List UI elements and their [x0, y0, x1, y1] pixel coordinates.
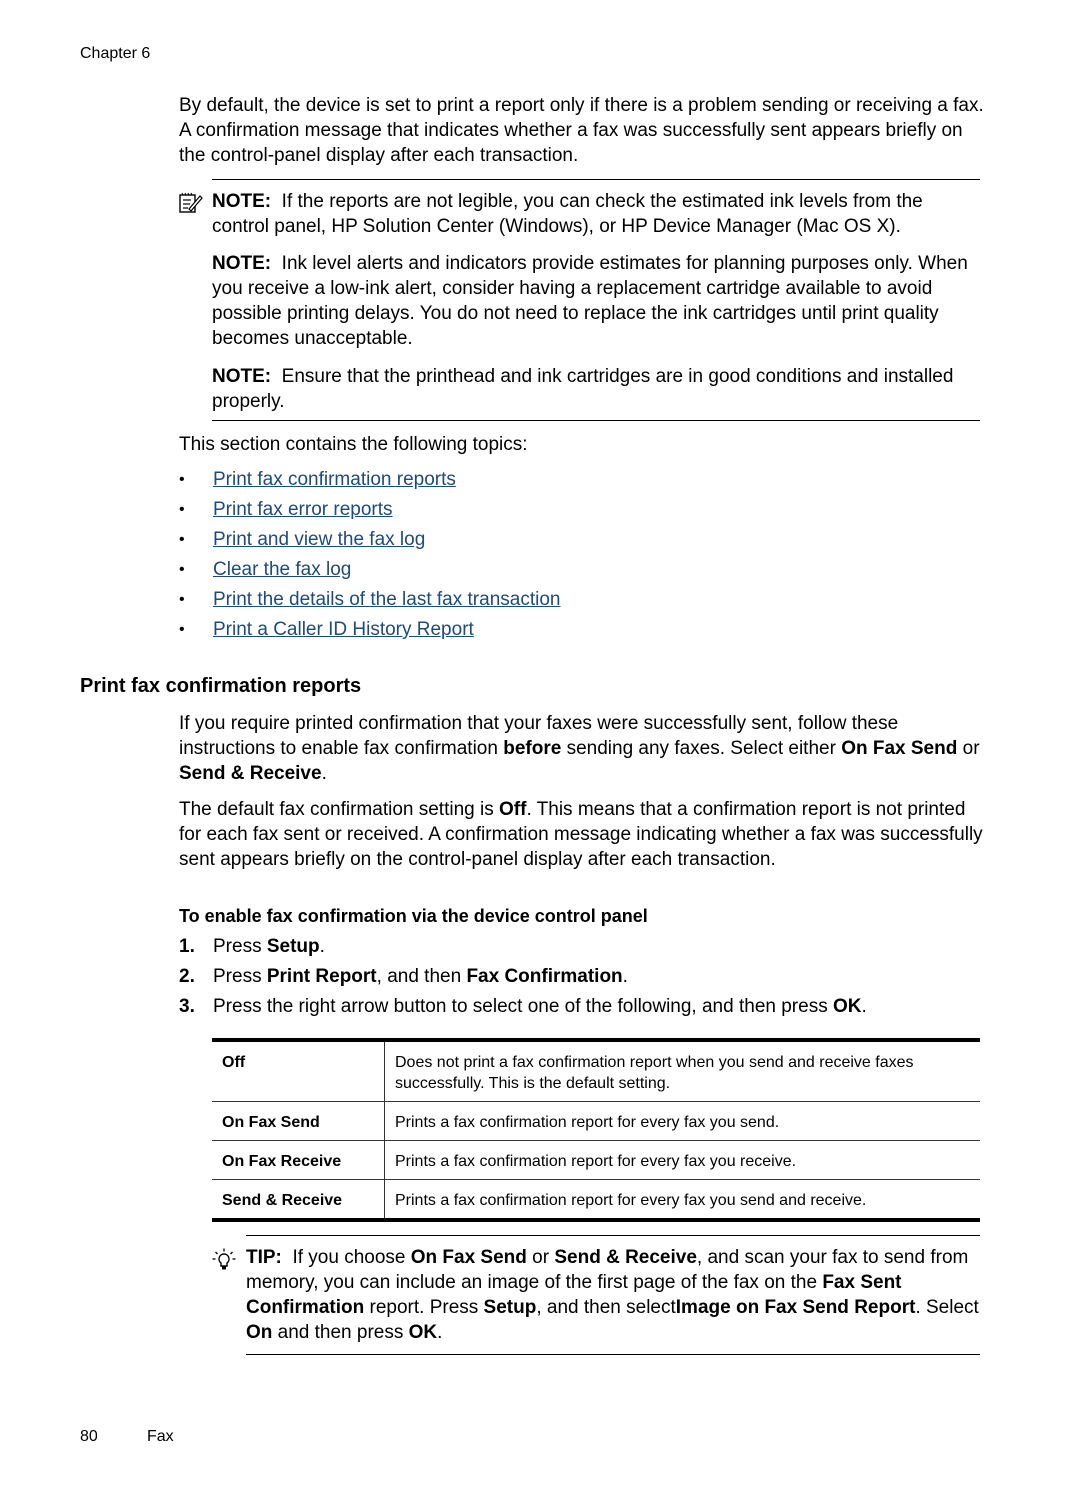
bullet: •	[179, 501, 185, 518]
note-top-divider	[212, 179, 980, 180]
table-row: Send & Receive Prints a fax confirmation…	[212, 1179, 980, 1220]
text: or	[526, 1247, 555, 1268]
emphasis: Setup	[483, 1297, 537, 1318]
text: or	[957, 738, 980, 759]
step-number: 3.	[179, 996, 195, 1017]
option-name: Off	[212, 1040, 385, 1102]
option-name: On Fax Send	[212, 1101, 385, 1141]
note-1: NOTE: If the reports are not legible, yo…	[212, 189, 984, 239]
options-table: Off Does not print a fax confirmation re…	[212, 1038, 980, 1222]
note-text: Ensure that the printhead and ink cartri…	[212, 366, 954, 412]
emphasis: On	[246, 1322, 273, 1343]
text: .	[622, 966, 628, 987]
text: Press	[213, 936, 267, 957]
text: . Select	[915, 1297, 979, 1318]
option-description: Does not print a fax confirmation report…	[395, 1054, 914, 1092]
text: report. Press	[364, 1297, 484, 1318]
text: .	[321, 763, 327, 784]
lightbulb-icon	[212, 1248, 236, 1279]
bullet: •	[179, 561, 185, 578]
footer-section: Fax	[147, 1428, 174, 1445]
note-bottom-divider	[212, 420, 980, 421]
emphasis: Image on Fax Send Report	[675, 1297, 916, 1318]
button-name: OK	[832, 996, 862, 1017]
text: .	[861, 996, 867, 1017]
topics-intro: This section contains the following topi…	[179, 434, 528, 455]
emphasis: On Fax Send	[410, 1247, 527, 1268]
option-name: On Fax Receive	[212, 1140, 385, 1180]
text: Press the right arrow button to select o…	[213, 996, 833, 1017]
tip-top-divider	[246, 1235, 980, 1236]
button-name: Setup	[266, 936, 320, 957]
step-text: Press Setup.	[213, 934, 325, 959]
table-row: Off Does not print a fax confirmation re…	[212, 1040, 980, 1102]
step-number: 1.	[179, 936, 195, 957]
bullet: •	[179, 591, 185, 608]
note-text: If the reports are not legible, you can …	[212, 191, 923, 237]
tip: TIP: If you choose On Fax Send or Send &…	[246, 1245, 984, 1345]
emphasis: OK	[408, 1322, 438, 1343]
note-label: NOTE:	[212, 366, 272, 387]
note-3: NOTE: Ensure that the printhead and ink …	[212, 364, 984, 414]
tip-bottom-divider	[246, 1354, 980, 1355]
text: Press	[213, 966, 267, 987]
bullet: •	[179, 531, 185, 548]
option-name: Send & Receive	[212, 1179, 385, 1220]
option-name: Off	[499, 799, 527, 820]
text: If you choose	[292, 1247, 411, 1268]
topic-link[interactable]: Clear the fax log	[213, 557, 351, 582]
step-number: 2.	[179, 966, 195, 987]
note-text: Ink level alerts and indicators provide …	[212, 253, 968, 349]
option-name: On Fax Send	[841, 738, 958, 759]
text: , and then select	[536, 1297, 676, 1318]
text: The default fax confirmation setting is	[179, 799, 499, 820]
menu-name: Fax Confirmation	[466, 966, 623, 987]
page-number: 80	[80, 1428, 98, 1445]
emphasis: before	[503, 738, 562, 759]
option-description: Prints a fax confirmation report for eve…	[384, 1101, 980, 1141]
step-text: Press the right arrow button to select o…	[213, 994, 867, 1019]
note-label: NOTE:	[212, 191, 272, 212]
intro-paragraph: By default, the device is set to print a…	[179, 95, 984, 166]
option-description: Prints a fax confirmation report for eve…	[384, 1140, 980, 1180]
topic-link[interactable]: Print fax confirmation reports	[213, 467, 456, 492]
topic-link[interactable]: Print the details of the last fax transa…	[213, 587, 560, 612]
note-2: NOTE: Ink level alerts and indicators pr…	[212, 251, 984, 351]
note-icon	[179, 192, 203, 221]
menu-name: Print Report	[266, 966, 377, 987]
chapter-header: Chapter 6	[80, 45, 151, 62]
text: and then press	[272, 1322, 409, 1343]
text: .	[319, 936, 325, 957]
topic-link[interactable]: Print and view the fax log	[213, 527, 425, 552]
topic-link[interactable]: Print a Caller ID History Report	[213, 617, 474, 642]
table-row: On Fax Receive Prints a fax confirmation…	[212, 1140, 980, 1180]
text: .	[437, 1322, 443, 1343]
section-paragraph-2: The default fax confirmation setting is …	[179, 797, 984, 872]
table-row: On Fax Send Prints a fax confirmation re…	[212, 1101, 980, 1141]
option-description: Prints a fax confirmation report for eve…	[384, 1179, 980, 1220]
note-label: NOTE:	[212, 253, 272, 274]
bullet: •	[179, 471, 185, 488]
tip-label: TIP:	[246, 1247, 282, 1268]
bullet: •	[179, 621, 185, 638]
step-text: Press Print Report, and then Fax Confirm…	[213, 964, 628, 989]
procedure-title: To enable fax confirmation via the devic…	[179, 906, 648, 926]
text: sending any faxes. Select either	[561, 738, 842, 759]
text: , and then	[376, 966, 467, 987]
topic-link[interactable]: Print fax error reports	[213, 497, 393, 522]
section-paragraph-1: If you require printed confirmation that…	[179, 711, 984, 786]
option-name: Send & Receive	[179, 763, 322, 784]
section-title: Print fax confirmation reports	[80, 675, 362, 697]
emphasis: Send & Receive	[554, 1247, 697, 1268]
